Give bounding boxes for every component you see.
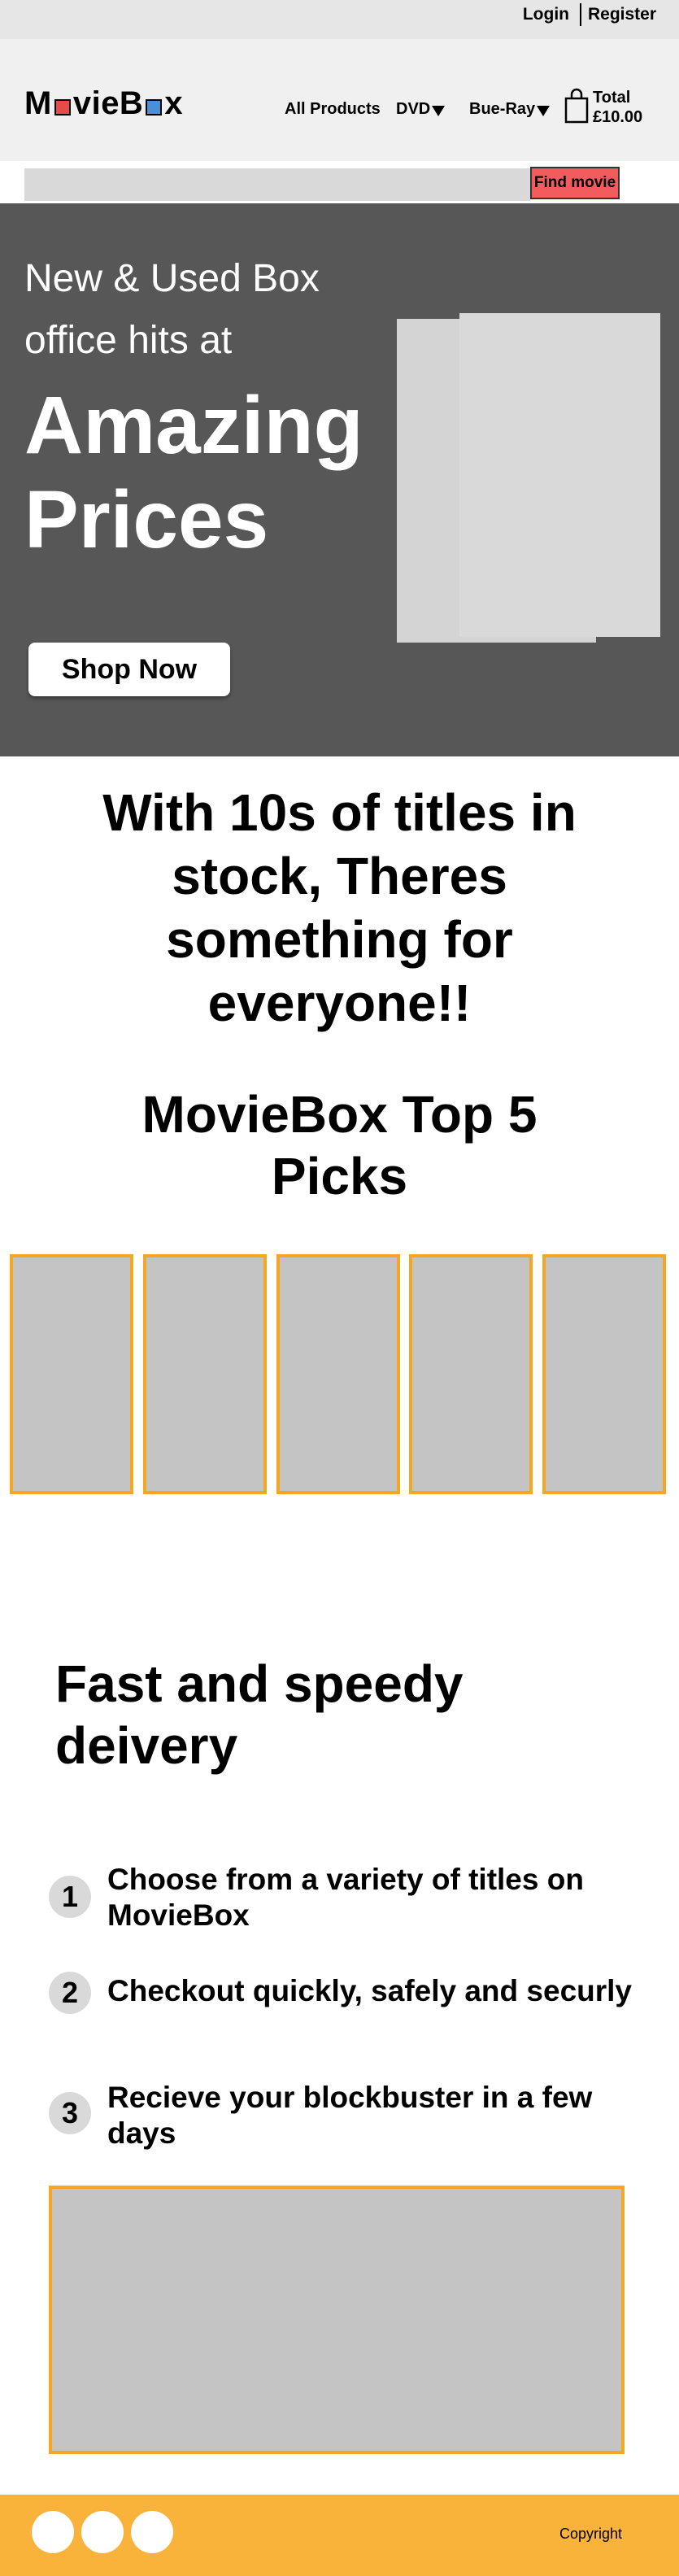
site-header: M vieB x All Products DVD Bue-Ray Total … bbox=[0, 39, 679, 161]
step-number-1: 1 bbox=[49, 1876, 91, 1918]
nav-bluray[interactable]: Bue-Ray bbox=[469, 100, 551, 119]
nav-dvd-label: DVD bbox=[396, 100, 431, 118]
logo-blue-square-icon bbox=[146, 98, 163, 116]
tagline-heading: With 10s of titles in stock, Theres some… bbox=[102, 783, 577, 1032]
register-link[interactable]: Register bbox=[588, 5, 656, 24]
step-text-2: Checkout quickly, safely and securly bbox=[107, 1974, 633, 2007]
nav-all-products[interactable]: All Products bbox=[285, 100, 381, 119]
nav-dvd[interactable]: DVD bbox=[396, 100, 446, 119]
delivery-heading: Fast and speedy deivery bbox=[55, 1654, 464, 1775]
step-text-3: Recieve your blockbuster in a few days bbox=[107, 2081, 593, 2150]
shop-now-button[interactable]: Shop Now bbox=[28, 643, 230, 696]
moviebox-logo[interactable]: M vieB x bbox=[24, 85, 183, 122]
step-text-1: Choose from a variety of titles on Movie… bbox=[107, 1863, 584, 1932]
social-icon-1[interactable] bbox=[32, 2511, 74, 2553]
top-picks-heading: MovieBox Top 5 Picks bbox=[141, 1085, 538, 1205]
logo-text-x: x bbox=[164, 85, 184, 121]
find-movie-button[interactable]: Find movie bbox=[530, 167, 620, 199]
social-icon-2[interactable] bbox=[81, 2511, 124, 2553]
pick-card-5[interactable] bbox=[542, 1254, 666, 1494]
topbar-divider bbox=[580, 3, 581, 26]
pick-card-3[interactable] bbox=[276, 1254, 400, 1494]
logo-red-square-icon bbox=[54, 98, 71, 116]
caret-down-icon bbox=[432, 106, 446, 116]
step-number-2: 2 bbox=[49, 1972, 91, 2014]
pick-card-1[interactable] bbox=[10, 1254, 133, 1494]
cart-total-amount: £10.00 bbox=[593, 108, 643, 126]
top-bar: Login Register bbox=[0, 0, 679, 39]
search-input[interactable] bbox=[24, 168, 530, 201]
hero-image-front bbox=[459, 313, 660, 637]
hero-banner: New & Used Box office hits at Amazing Pr… bbox=[0, 203, 679, 756]
logo-text-m: M bbox=[24, 85, 52, 121]
pick-card-4[interactable] bbox=[409, 1254, 533, 1494]
login-link[interactable]: Login bbox=[523, 5, 569, 24]
step-number-3: 3 bbox=[49, 2092, 91, 2134]
copyright-text: Copyright bbox=[559, 2526, 622, 2542]
hero-title: Amazing Prices bbox=[24, 380, 363, 565]
pick-card-2[interactable] bbox=[143, 1254, 267, 1494]
nav-bluray-label: Bue-Ray bbox=[469, 100, 536, 118]
caret-down-icon bbox=[537, 106, 551, 116]
social-icon-3[interactable] bbox=[131, 2511, 173, 2553]
hero-subtitle: New & Used Box office hits at bbox=[24, 257, 320, 362]
delivery-image bbox=[49, 2186, 625, 2454]
logo-text-middle: vieB bbox=[72, 85, 144, 121]
shopping-bag-icon[interactable] bbox=[564, 88, 589, 124]
cart-total-label: Total bbox=[593, 89, 631, 107]
cart-total[interactable]: Total £10.00 bbox=[593, 88, 642, 127]
